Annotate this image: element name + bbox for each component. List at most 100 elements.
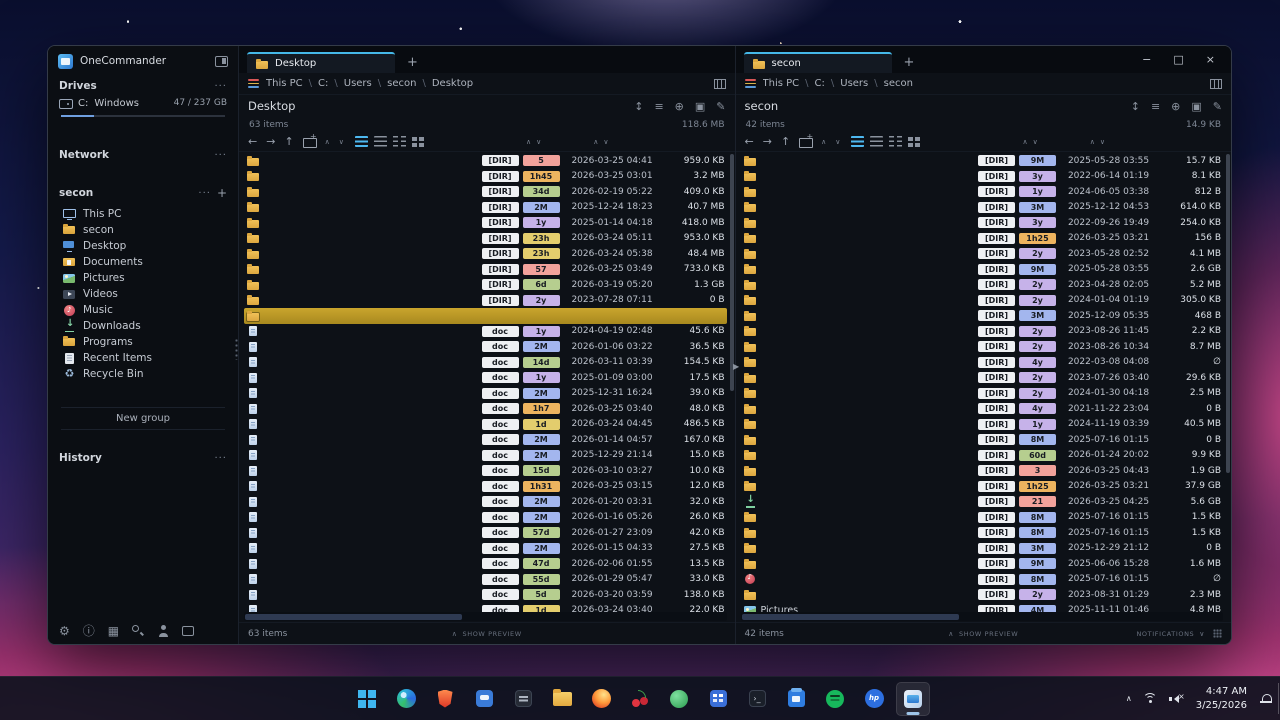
back-button[interactable]: ← [248, 136, 257, 147]
file-row[interactable]: Pictures[DIR]4M2025-11-11 01:464.8 MB [741, 603, 1224, 613]
file-row[interactable]: [DIR]2y2023-07-28 07:110 B [244, 293, 727, 309]
group-by-icon[interactable]: ≡ [1151, 101, 1160, 112]
edit-icon[interactable]: ✎ [716, 101, 725, 112]
sidebar-item-secon[interactable]: secon [48, 222, 238, 238]
history-more-button[interactable]: ··· [214, 453, 227, 464]
back-button[interactable]: ← [745, 136, 754, 147]
grid-view-button[interactable] [412, 136, 425, 147]
file-row[interactable]: [DIR]6d2026-03-19 05:201.3 GB [244, 277, 727, 293]
file-row[interactable]: [DIR]60d2026-01-24 20:029.9 KB [741, 448, 1224, 464]
sidebar-item-pictures[interactable]: Pictures [48, 270, 238, 286]
sidebar-item-programs[interactable]: Programs [48, 334, 238, 350]
file-row[interactable]: [DIR]1y2024-06-05 03:38812 B [741, 184, 1224, 200]
file-row[interactable]: [DIR]23h2026-03-24 05:11953.0 KB [244, 231, 727, 247]
file-row[interactable]: doc1h312026-03-25 03:1512.0 KB [244, 479, 727, 495]
show-preview-toggle[interactable]: ∧ SHOW PREVIEW [452, 630, 522, 638]
expand-all-icon[interactable]: ∨ [835, 138, 840, 146]
close-button[interactable]: × [1206, 54, 1215, 65]
user-icon[interactable] [157, 625, 169, 637]
file-row[interactable]: doc1y2025-01-09 03:0017.5 KB [244, 370, 727, 386]
file-row[interactable]: [DIR]2y2024-01-30 04:182.5 MB [741, 386, 1224, 402]
breadcrumb-item[interactable]: Desktop [432, 78, 473, 89]
breadcrumb-item[interactable]: This PC [266, 78, 303, 89]
breadcrumb-item[interactable]: Users [840, 78, 868, 89]
vertical-scrollbar[interactable] [1225, 154, 1230, 610]
sort-direction-icon[interactable]: ↕ [1131, 101, 1140, 112]
collapse-all-icon[interactable]: ∧ [821, 138, 826, 146]
file-row[interactable]: [DIR]3y2022-09-26 19:49254.0 KB [741, 215, 1224, 231]
new-tab-button[interactable]: + [407, 55, 418, 73]
column-sort-asc-icon[interactable]: ∧ [1023, 138, 1028, 146]
file-row[interactable]: doc14d2026-03-11 03:39154.5 KB [244, 355, 727, 371]
file-row[interactable]: [DIR]572026-03-25 03:49733.0 KB [244, 262, 727, 278]
start-button[interactable] [350, 682, 384, 716]
file-row[interactable]: doc47d2026-02-06 01:5513.5 KB [244, 556, 727, 572]
file-row[interactable]: [DIR]2y2023-08-31 01:292.3 MB [741, 587, 1224, 603]
breadcrumb-item[interactable]: C: [318, 78, 328, 89]
file-row[interactable]: [DIR]2y2023-05-28 02:524.1 MB [741, 246, 1224, 262]
file-row[interactable]: [DIR]3y2022-06-14 01:198.1 KB [741, 169, 1224, 185]
file-row[interactable]: doc2M2025-12-29 21:1415.0 KB [244, 448, 727, 464]
network-more-button[interactable]: ··· [214, 150, 227, 161]
column-sort-desc-icon[interactable]: ∨ [1033, 138, 1038, 146]
sidebar-item-recycle-bin[interactable]: Recycle Bin [48, 366, 238, 382]
tab-secon[interactable]: secon [744, 52, 892, 73]
file-row[interactable]: doc2M2026-01-15 04:3327.5 KB [244, 541, 727, 557]
sidebar-item-recent-items[interactable]: Recent Items [48, 350, 238, 366]
sidebar-item-desktop[interactable]: Desktop [48, 238, 238, 254]
minimize-button[interactable]: − [1142, 54, 1151, 65]
columns-view-button[interactable] [889, 136, 902, 147]
breadcrumb-item[interactable]: C: [815, 78, 825, 89]
onecommander-app-icon[interactable] [896, 682, 930, 716]
calculator-app-icon[interactable] [701, 682, 735, 716]
file-row[interactable]: [DIR]1h452026-03-25 03:013.2 MB [244, 169, 727, 185]
scrollbar-thumb[interactable] [1226, 154, 1230, 473]
notifications-toggle[interactable]: NOTIFICATIONS ∨ [1136, 630, 1205, 638]
search-icon[interactable] [132, 625, 144, 637]
file-row[interactable]: [DIR]34d2026-02-19 05:22409.0 KB [244, 184, 727, 200]
breadcrumb-item[interactable]: secon [387, 78, 416, 89]
new-tab-button[interactable]: + [904, 55, 915, 73]
drives-more-button[interactable]: ··· [214, 81, 227, 92]
file-row[interactable]: [DIR]9M2025-05-28 03:5515.7 KB [741, 153, 1224, 169]
taskbar-clock[interactable]: 4:47 AM 3/25/2026 [1196, 685, 1247, 712]
file-row[interactable]: [DIR]2y2023-07-26 03:4029.6 KB [741, 370, 1224, 386]
window-layout-icon[interactable] [215, 56, 228, 67]
file-row[interactable]: [DIR]2y2023-08-26 11:452.2 KB [741, 324, 1224, 340]
file-row[interactable]: [DIR]1y2024-11-19 03:3940.5 MB [741, 417, 1224, 433]
sphere-browser-icon[interactable] [389, 682, 423, 716]
list-view-button[interactable] [355, 136, 368, 147]
breadcrumb-item[interactable]: This PC [763, 78, 800, 89]
columns-layout-icon[interactable] [714, 79, 726, 89]
sidebar-item-downloads[interactable]: Downloads [48, 318, 238, 334]
file-row[interactable]: [DIR]9M2025-05-28 03:552.6 GB [741, 262, 1224, 278]
panel-icon[interactable]: ▣ [695, 101, 705, 112]
green-app-icon[interactable] [662, 682, 696, 716]
info-icon[interactable]: ⓘ [83, 625, 95, 637]
shield-app-icon[interactable] [428, 682, 462, 716]
columns-view-button[interactable] [393, 136, 406, 147]
file-row[interactable]: doc2M2026-01-06 03:2236.5 KB [244, 339, 727, 355]
list-view-button[interactable] [851, 136, 864, 147]
file-row[interactable]: [DIR]8M2025-07-16 01:150 B [741, 432, 1224, 448]
cherry-app-icon[interactable] [623, 682, 657, 716]
file-row[interactable]: [DIR]1h252026-03-25 03:2137.9 GB [741, 479, 1224, 495]
new-group-button[interactable]: New group [61, 407, 225, 430]
sidebar-item-this-pc[interactable]: This PC [48, 206, 238, 222]
file-row[interactable]: doc1y2024-04-19 02:4845.6 KB [244, 324, 727, 340]
file-row[interactable]: doc2M2025-12-31 16:2439.0 KB [244, 386, 727, 402]
details-view-button[interactable] [374, 136, 387, 147]
firefox-browser-icon[interactable] [584, 682, 618, 716]
sidebar-resize-handle[interactable] [235, 338, 238, 360]
scrollbar-thumb[interactable] [730, 154, 734, 391]
settings-gear-icon[interactable]: ⚙ [59, 625, 70, 637]
up-button[interactable]: ↑ [284, 136, 293, 147]
file-row[interactable]: [DIR]2y2023-08-26 10:348.7 MB [741, 339, 1224, 355]
column-sort-desc-icon[interactable]: ∨ [1100, 138, 1105, 146]
panel-icon[interactable]: ▣ [1191, 101, 1201, 112]
file-row[interactable]: [DIR]9M2025-06-06 15:281.6 MB [741, 556, 1224, 572]
dark-app-icon[interactable] [506, 682, 540, 716]
file-row[interactable]: doc1h72026-03-25 03:4048.0 KB [244, 401, 727, 417]
sidebar-item-videos[interactable]: Videos [48, 286, 238, 302]
file-row[interactable]: [DIR]1y2025-01-14 04:18418.0 MB [244, 215, 727, 231]
